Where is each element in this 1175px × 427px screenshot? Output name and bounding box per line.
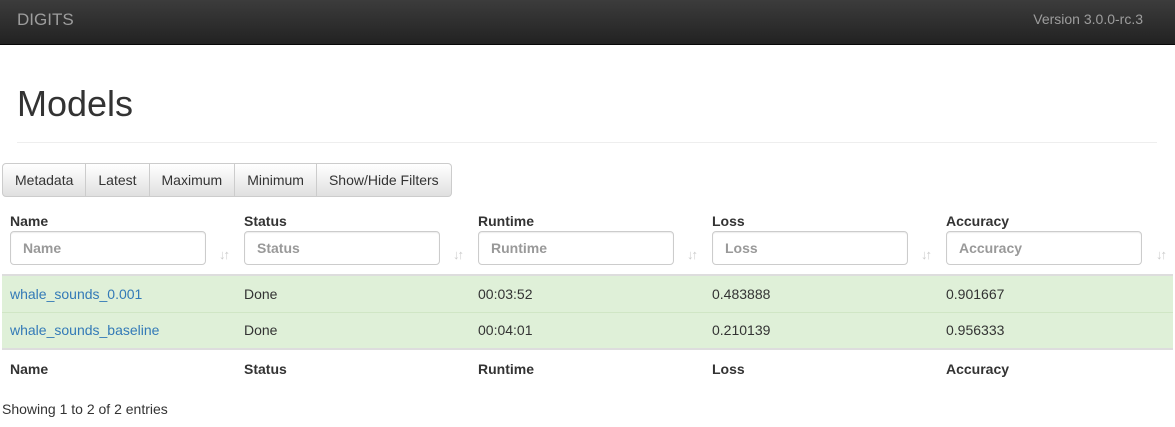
footer-label-loss: Loss [704,348,938,387]
loss-filter-input[interactable] [712,231,908,265]
accuracy-filter-input[interactable] [946,231,1142,265]
toolbar-button-group: Metadata Latest Maximum Minimum Show/Hid… [2,163,452,197]
column-header-runtime[interactable]: Runtime ↓↑ [470,205,704,275]
column-label-status: Status [244,213,287,229]
column-header-name[interactable]: Name ↓↑ [2,205,236,275]
table-info: Showing 1 to 2 of 2 entries [2,401,168,417]
runtime-filter-input[interactable] [478,231,674,265]
model-link[interactable]: whale_sounds_baseline [10,322,159,338]
cell-status: Done [236,311,470,349]
cell-runtime: 00:04:01 [470,311,704,349]
cell-name: whale_sounds_0.001 [2,274,236,312]
column-header-loss[interactable]: Loss ↓↑ [704,205,938,275]
table-header-row: Name ↓↑ Status ↓↑ Runtime ↓↑ Loss ↓↑ Acc… [2,205,1173,275]
column-header-accuracy[interactable]: Accuracy ↓↑ [938,205,1173,275]
cell-status: Done [236,274,470,312]
cell-name: whale_sounds_baseline [2,311,236,349]
footer-label-accuracy: Accuracy [938,348,1173,387]
cell-loss: 0.210139 [704,311,938,349]
models-table: Name ↓↑ Status ↓↑ Runtime ↓↑ Loss ↓↑ Acc… [2,205,1173,387]
model-link[interactable]: whale_sounds_0.001 [10,286,142,302]
column-header-status[interactable]: Status ↓↑ [236,205,470,275]
column-label-loss: Loss [712,213,745,229]
sort-icon[interactable]: ↓↑ [687,247,698,262]
cell-accuracy: 0.901667 [938,274,1173,312]
footer-label-status: Status [236,348,470,387]
minimum-button[interactable]: Minimum [235,163,317,197]
sort-icon[interactable]: ↓↑ [921,247,932,262]
table-row: whale_sounds_0.001 Done 00:03:52 0.48388… [2,274,1173,312]
column-label-accuracy: Accuracy [946,213,1010,229]
latest-button[interactable]: Latest [86,163,150,197]
table-row: whale_sounds_baseline Done 00:04:01 0.21… [2,311,1173,349]
navbar: DIGITS Version 3.0.0-rc.3 [0,0,1175,45]
maximum-button[interactable]: Maximum [149,163,236,197]
brand-link[interactable]: DIGITS [17,10,74,30]
footer-label-name: Name [2,348,236,387]
column-label-runtime: Runtime [478,213,534,229]
show-hide-filters-button[interactable]: Show/Hide Filters [316,163,452,197]
footer-label-runtime: Runtime [470,348,704,387]
title-divider [17,142,1157,143]
name-filter-input[interactable] [10,231,206,265]
cell-loss: 0.483888 [704,274,938,312]
table-footer-row: Name Status Runtime Loss Accuracy [2,348,1173,387]
metadata-button[interactable]: Metadata [2,163,87,197]
cell-accuracy: 0.956333 [938,311,1173,349]
sort-icon[interactable]: ↓↑ [453,247,464,262]
sort-icon[interactable]: ↓↑ [219,247,230,262]
cell-runtime: 00:03:52 [470,274,704,312]
version-label: Version 3.0.0-rc.3 [1033,11,1143,27]
sort-icon[interactable]: ↓↑ [1156,247,1167,262]
status-filter-input[interactable] [244,231,440,265]
page-title: Models [17,83,134,124]
column-label-name: Name [10,213,49,229]
